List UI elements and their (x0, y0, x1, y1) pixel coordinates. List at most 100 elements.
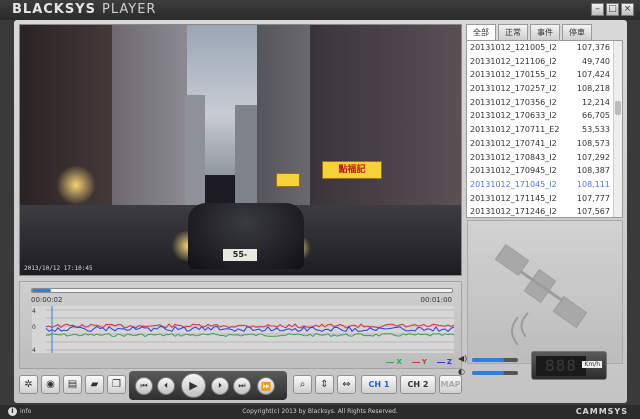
file-name: 20131012_170711_E2 (470, 125, 560, 135)
current-time: 00:00:02 (31, 296, 63, 304)
legend-x: X (386, 358, 402, 366)
file-row[interactable]: 20131012_170356_I2 12,214 (467, 96, 622, 110)
total-time: 00:01:00 (420, 296, 452, 304)
file-name: 20131012_170257_I2 (470, 84, 557, 94)
graph-legend: X Y Z (386, 358, 452, 366)
file-name: 20131012_170633_I2 (470, 111, 557, 121)
video-plate: 55-8172 (223, 249, 257, 271)
video-view[interactable]: 點福記 55-8172 2013/10/12 17:10:45 (19, 24, 462, 276)
prev-file-button[interactable]: ⏮ (135, 377, 153, 395)
next-frame-button[interactable]: ⏵ (211, 377, 229, 395)
title-bar: BLACKSYS PLAYER – □ × (0, 0, 640, 20)
volume-icon: ◀) (458, 354, 468, 363)
logo-main: BLACKSYS (12, 2, 97, 17)
minimize-button[interactable]: – (591, 3, 604, 16)
flip-vertical-button[interactable]: ⇕ (315, 375, 334, 394)
file-row[interactable]: 20131012_170711_E2 53,533 (467, 123, 622, 137)
tab-1[interactable]: 正常 (498, 24, 528, 40)
gear-icon: ✲ (24, 379, 33, 390)
tab-2[interactable]: 事件 (530, 24, 560, 40)
file-row[interactable]: 20131012_171246_I2 107,567 (467, 205, 622, 217)
file-name: 20131012_170356_I2 (470, 97, 557, 107)
file-size: 107,777 (576, 193, 610, 203)
seek-bar[interactable] (31, 288, 453, 293)
brightness-slider[interactable] (472, 371, 518, 375)
video-light-left (56, 165, 96, 205)
file-size: 108,387 (576, 166, 610, 176)
settings-button[interactable]: ✲ (19, 375, 38, 394)
file-row[interactable]: 20131012_121106_I2 49,740 (467, 55, 622, 69)
video-building-far (185, 95, 205, 215)
open-folder-button[interactable]: ▰ (85, 375, 104, 394)
window-controls: – □ × (591, 3, 634, 16)
file-size: 12,214 (582, 97, 610, 107)
snapshot-button[interactable]: ◉ (41, 375, 60, 394)
copyright-text: Copyright(c) 2013 by Blacksys. All Right… (242, 408, 398, 415)
step-forward-icon: ⏵ (218, 381, 222, 390)
file-row[interactable]: 20131012_170633_I2 66,705 (467, 109, 622, 123)
printer-icon: ▤ (67, 379, 78, 390)
channel-1-button[interactable]: CH 1 (361, 375, 397, 394)
maximize-button[interactable]: □ (606, 3, 619, 16)
app-logo: BLACKSYS PLAYER (12, 2, 156, 17)
tab-0[interactable]: 全部 (466, 24, 496, 40)
file-name: 20131012_171246_I2 (470, 207, 557, 217)
legend-z: Z (436, 358, 452, 366)
file-size: 107,424 (576, 70, 610, 80)
play-button[interactable]: ▶ (181, 373, 206, 398)
file-row[interactable]: 20131012_170155_I2 107,424 (467, 68, 622, 82)
folder-icon: ▰ (90, 379, 99, 390)
prev-frame-button[interactable]: ⏴ (157, 377, 175, 395)
legend-x-label: X (396, 358, 402, 366)
seek-progress (32, 289, 51, 292)
file-row[interactable]: 20131012_171145_I2 107,777 (467, 192, 622, 206)
close-button[interactable]: × (621, 3, 634, 16)
file-size: 53,533 (582, 125, 610, 135)
file-size: 108,573 (576, 138, 610, 148)
status-bar: i info Copyright(c) 2013 by Blacksys. Al… (0, 405, 640, 419)
export-button[interactable]: ❐ (107, 375, 126, 394)
file-list-scrollbar[interactable] (613, 41, 622, 217)
scrollbar-thumb[interactable] (615, 101, 621, 115)
file-row[interactable]: 20131012_171045_I2 108,111 (467, 178, 622, 192)
file-tabs: 全部 正常 事件 停車 (466, 24, 592, 40)
zoom-button[interactable]: ⌕ (293, 375, 312, 394)
file-row[interactable]: 20131012_170945_I2 108,387 (467, 164, 622, 178)
speed-unit: Km/h (582, 361, 602, 368)
volume-level (472, 358, 505, 362)
file-name: 20131012_170945_I2 (470, 166, 557, 176)
tab-3[interactable]: 停車 (562, 24, 592, 40)
main-panel: 點福記 55-8172 2013/10/12 17:10:45 全部 正常 事件 停車… (14, 20, 627, 403)
timeline-panel: 00:00:02 00:01:00 4 0 4 X Y Z (19, 281, 462, 369)
file-row[interactable]: 20131012_170843_I2 107,292 (467, 151, 622, 165)
file-size: 49,740 (582, 56, 610, 66)
file-size: 66,705 (582, 111, 610, 121)
file-rows: 20131012_121005_I2 107,376 20131012_121106… (467, 41, 622, 217)
app-window: BLACKSYS PLAYER – □ × 點福記 55-8172 2013/1… (0, 0, 640, 419)
file-name: 20131012_171045_I2 (470, 179, 557, 189)
file-name: 20131012_121005_I2 (470, 43, 557, 52)
fast-forward-button[interactable]: ⏩ (257, 377, 275, 395)
magnifier-icon: ⌕ (299, 379, 306, 390)
toolbar: ✲ ◉ ▤ ▰ ❐ ⏮ ⏴ ▶ ⏵ ⏭ ⏩ ⌕ ⇕ ⇔ CH 1 CH 2 MA… (19, 371, 462, 400)
flip-horizontal-button[interactable]: ⇔ (337, 375, 356, 394)
map-panel[interactable] (467, 220, 623, 364)
channel-2-button[interactable]: CH 2 (400, 375, 436, 394)
fast-forward-icon: ⏩ (261, 381, 271, 391)
g-sensor-graph[interactable]: 4 0 4 (32, 306, 454, 353)
file-row[interactable]: 20131012_170741_I2 108,573 (467, 137, 622, 151)
file-size: 107,376 (576, 43, 610, 52)
play-icon: ▶ (189, 379, 198, 392)
flip-horizontal-icon: ⇔ (342, 379, 351, 390)
file-row[interactable]: 20131012_121005_I2 107,376 (467, 41, 622, 55)
video-building-right (310, 25, 461, 215)
satellite-icon (494, 243, 588, 346)
brand-logo: CAMMSYS (575, 407, 628, 416)
file-row[interactable]: 20131012_170257_I2 108,218 (467, 82, 622, 96)
print-button[interactable]: ▤ (63, 375, 82, 394)
speedometer: 888 Km/h (531, 351, 607, 380)
file-size: 107,292 (576, 152, 610, 162)
file-name: 20131012_171145_I2 (470, 193, 557, 203)
next-file-button[interactable]: ⏭ (233, 377, 251, 395)
volume-slider[interactable] (472, 358, 518, 362)
